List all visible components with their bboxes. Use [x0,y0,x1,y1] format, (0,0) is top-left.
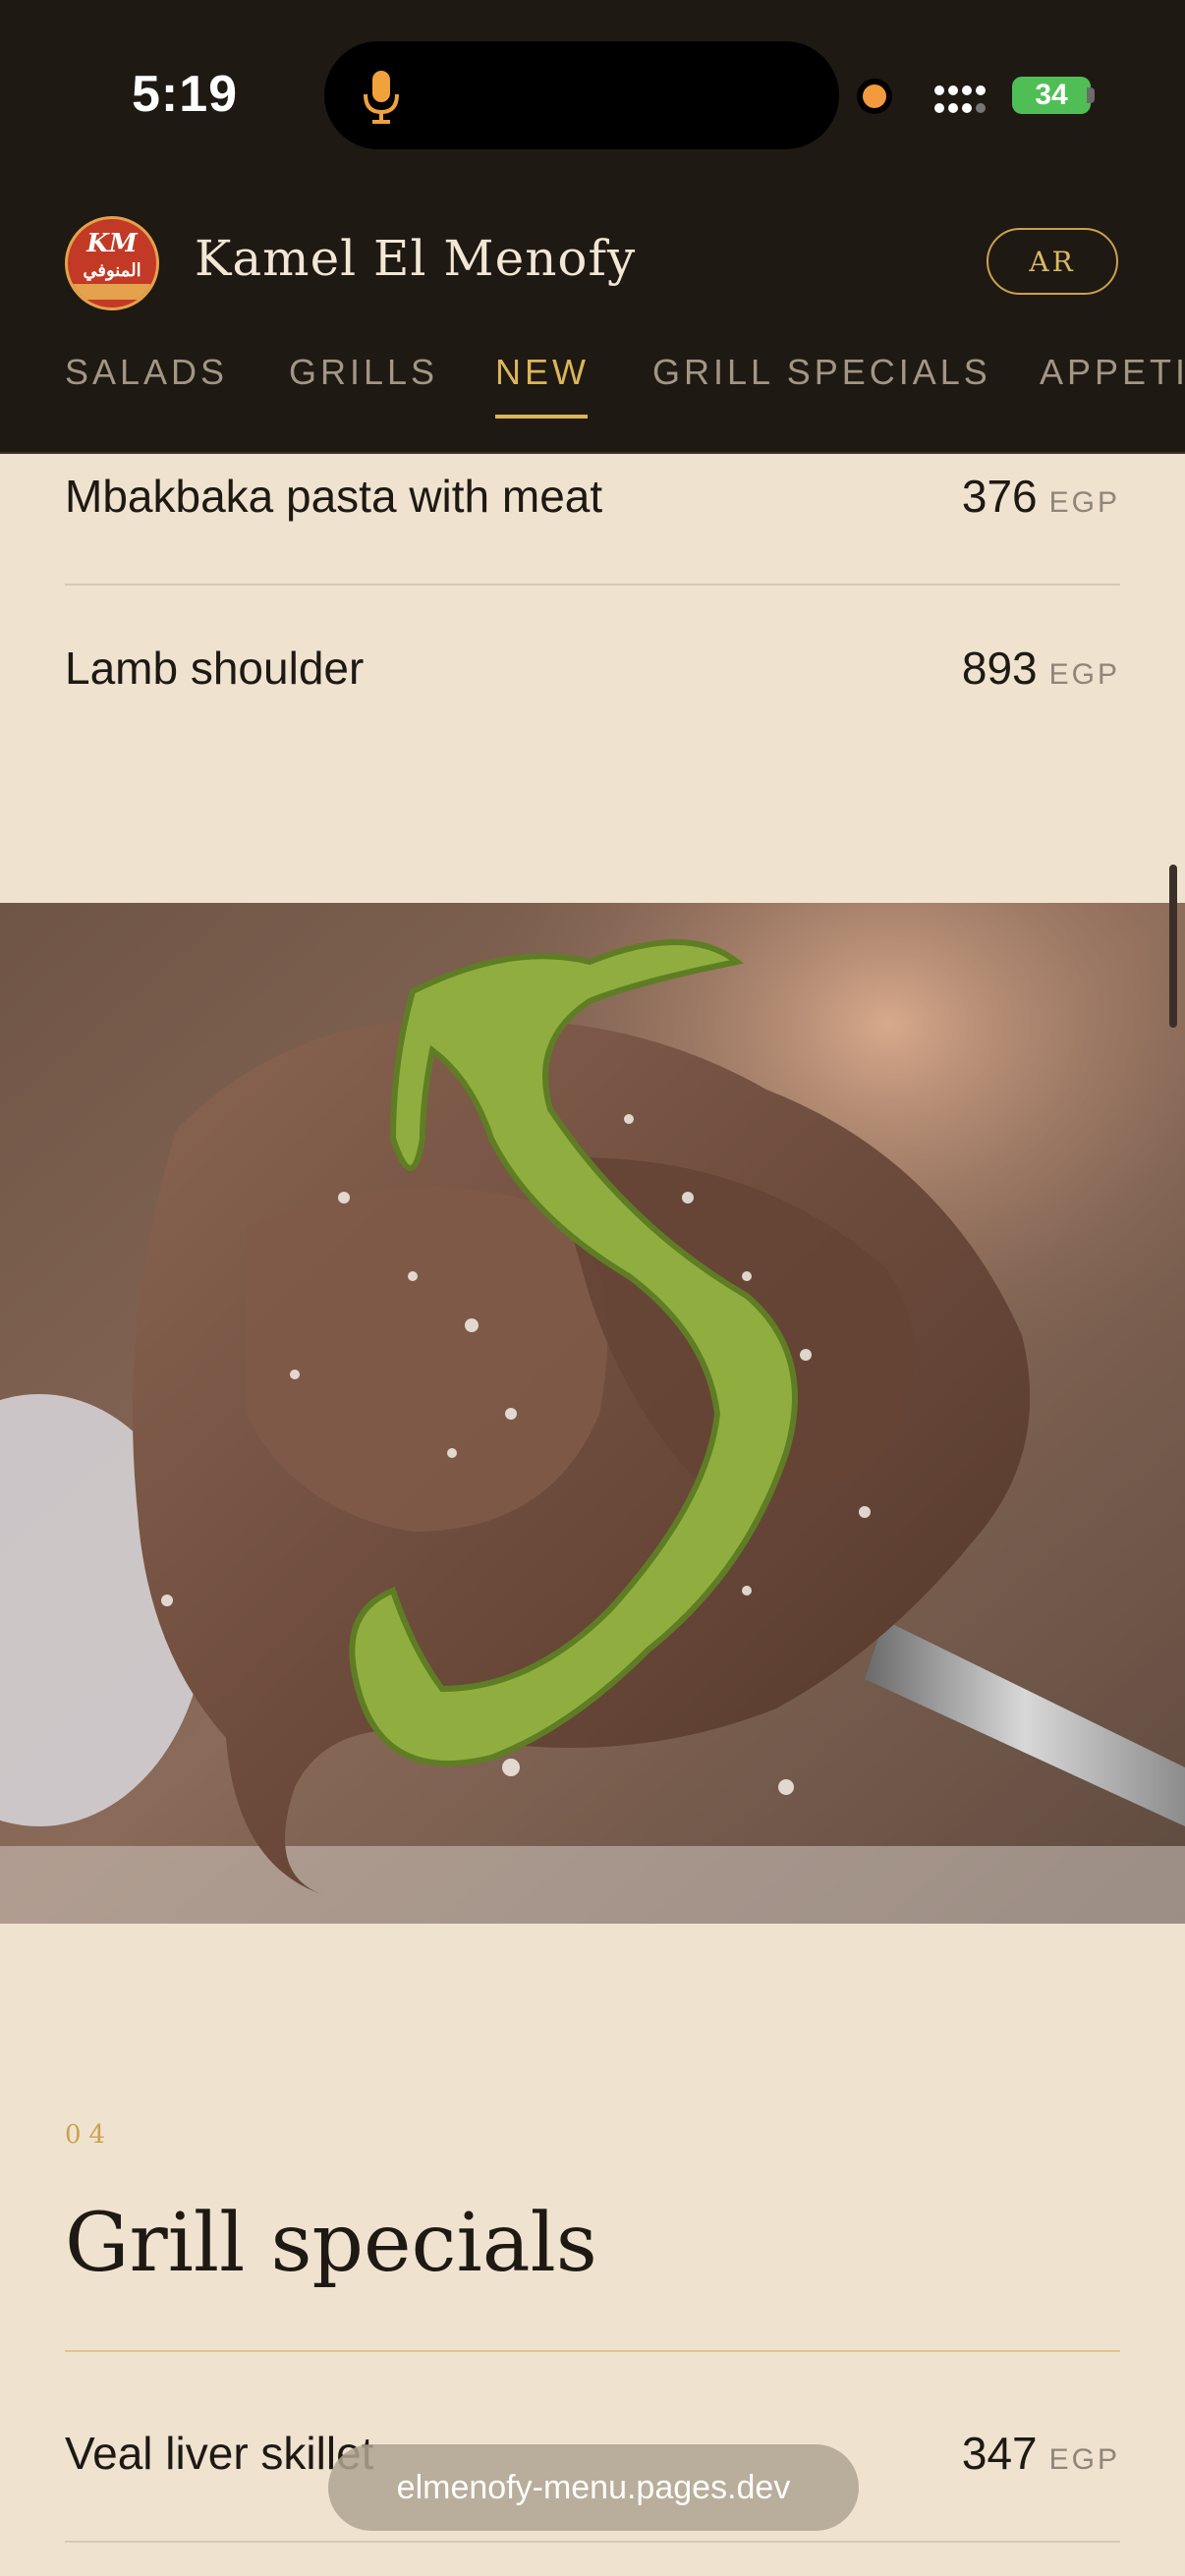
recording-indicator-icon [863,84,886,108]
app-header: 5:19 34 KM المنوفي Kamel El Menofy AR SA… [0,0,1185,454]
menu-item-price: 347 EGP [962,2427,1120,2480]
category-tabs: SALADS GRILLS NEW GRILL SPECIALS APPETI [0,346,1185,424]
tab-grill-specials[interactable]: GRILL SPECIALS [652,352,991,393]
logo-band [68,284,156,300]
logo-arabic-text: المنوفي [83,260,141,280]
cellular-signal-icon [934,85,986,113]
brand-name: Kamel El Menofy [195,230,637,287]
dynamic-island [324,41,839,149]
section-title: Grill specials [65,2197,597,2290]
menu-item[interactable]: Mbakbaka pasta with meat 376 EGP [65,470,1120,529]
menu-item-price: 893 EGP [962,642,1120,695]
liver-skewer-image [0,903,1185,1924]
battery-cap [1087,87,1095,103]
status-time: 5:19 [132,66,239,123]
logo-monogram: KM [86,229,138,258]
microphone-icon [364,71,399,124]
price-value: 893 [961,643,1038,694]
scrollbar-thumb[interactable] [1169,865,1177,1028]
tab-appetizers[interactable]: APPETI [1040,352,1185,393]
active-tab-indicator [495,415,588,419]
restaurant-logo[interactable]: KM المنوفي [65,216,159,310]
section-number: 04 [65,2120,114,2150]
tab-salads[interactable]: SALADS [65,352,228,393]
language-toggle-button[interactable]: AR [987,228,1118,295]
price-currency: EGP [1048,658,1120,691]
item-divider [65,584,1120,586]
item-divider [65,2541,1120,2543]
menu-item-name: Lamb shoulder [65,643,365,694]
browser-address-bar[interactable]: elmenofy-menu.pages.dev [328,2444,859,2531]
price-value: 347 [961,2428,1038,2479]
price-value: 376 [961,471,1038,522]
grill-specials-photo [0,903,1185,1924]
battery-level: 34 [1035,79,1068,111]
menu-item[interactable]: Lamb shoulder 893 EGP [65,642,1120,700]
menu-item-price: 376 EGP [962,470,1120,523]
tab-grills[interactable]: GRILLS [289,352,438,393]
price-currency: EGP [1048,486,1120,519]
battery-icon: 34 [1012,77,1091,114]
section-divider [65,2350,1120,2352]
menu-item-name: Veal liver skillet [65,2428,374,2479]
price-currency: EGP [1048,2443,1120,2476]
menu-item-name: Mbakbaka pasta with meat [65,471,603,522]
tab-new[interactable]: NEW [495,352,590,393]
